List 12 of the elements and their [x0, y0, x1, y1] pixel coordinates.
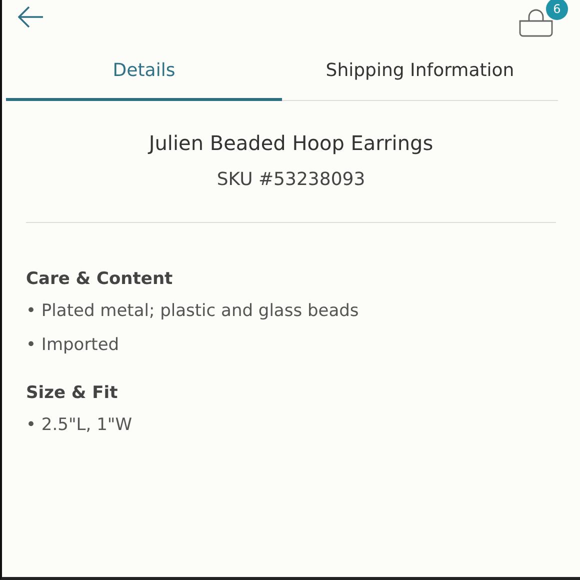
bullet-item: • 2.5"L, 1"W: [26, 415, 134, 435]
section-heading: Size & Fit: [26, 383, 119, 403]
sku-number: SKU #53238093: [216, 169, 366, 190]
bullet-item: • Imported: [26, 335, 120, 355]
shopping-bag-icon[interactable]: [518, 9, 554, 37]
cart-count-badge: 6: [546, 0, 568, 20]
back-arrow-icon[interactable]: [18, 6, 44, 28]
tab[interactable]: Details: [6, 52, 282, 101]
tab[interactable]: Shipping Information: [282, 52, 558, 101]
bullet-item: • Plated metal; plastic and glass beads: [26, 301, 360, 321]
section-heading: Care & Content: [26, 269, 174, 289]
product-name: Julien Beaded Hoop Earrings: [146, 131, 434, 155]
